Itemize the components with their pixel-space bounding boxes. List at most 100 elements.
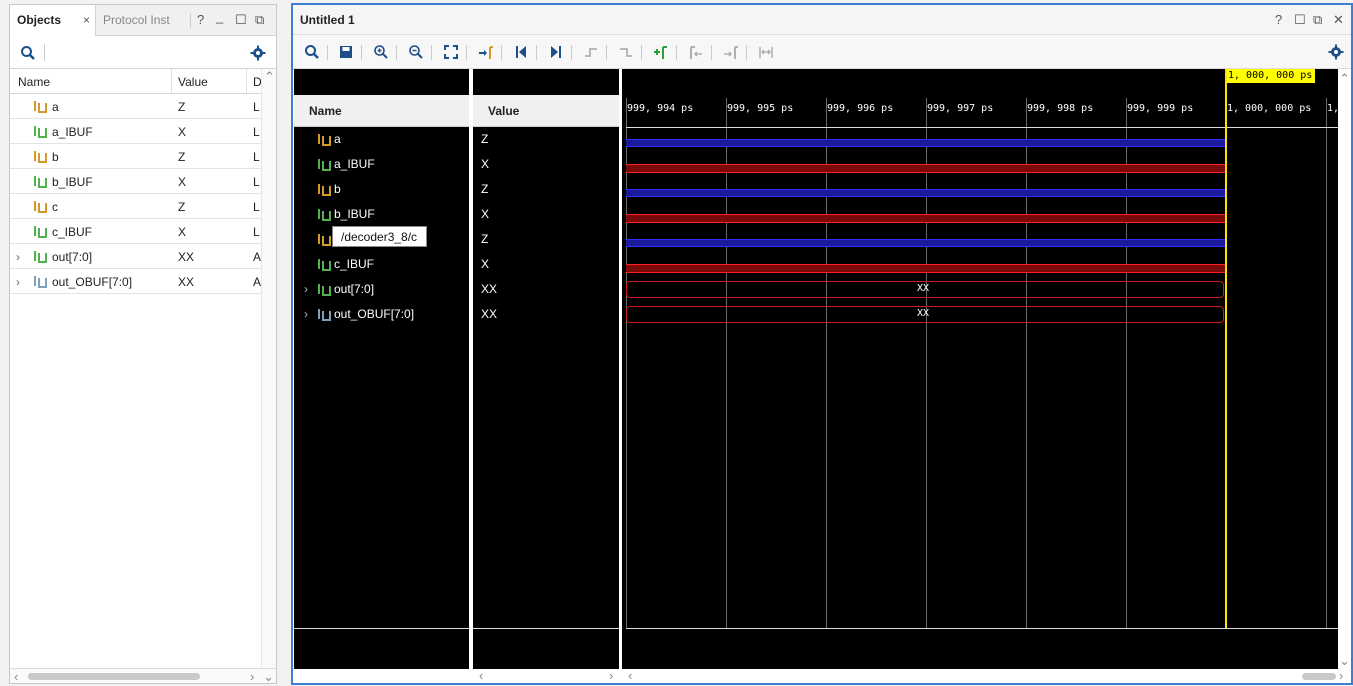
previous-marker-icon[interactable] xyxy=(687,44,705,60)
zoom-fit-icon[interactable] xyxy=(442,44,460,60)
values-horizontal-scrollbar[interactable]: ‹ › xyxy=(473,668,619,683)
table-row[interactable]: c_IBUF X L xyxy=(10,219,262,244)
float-icon[interactable]: ⧉ xyxy=(255,12,264,28)
add-marker-icon[interactable] xyxy=(652,44,670,60)
signal-name: b_IBUF xyxy=(334,207,375,221)
object-value: X xyxy=(178,225,187,239)
time-tick-label: 999, 994 ps xyxy=(627,103,694,114)
table-row[interactable]: b Z L xyxy=(10,144,262,169)
toolbar-divider xyxy=(606,45,607,60)
table-row[interactable]: a_IBUF X L xyxy=(10,119,262,144)
signal-name: out_OBUF[7:0] xyxy=(334,307,415,321)
time-tick-label: 999, 996 ps xyxy=(827,103,894,114)
scroll-right-icon[interactable]: › xyxy=(1339,668,1343,683)
values-column-header[interactable]: Value xyxy=(473,95,619,127)
table-row[interactable]: a Z L xyxy=(10,94,262,119)
internal-signal-icon xyxy=(317,158,331,171)
input-port-icon xyxy=(33,100,47,113)
waveform-trace-x xyxy=(626,264,1225,273)
gear-icon[interactable] xyxy=(1327,44,1345,60)
object-value: X xyxy=(178,175,187,189)
object-name: a xyxy=(52,100,59,114)
maximize-icon[interactable]: ☐ xyxy=(1294,12,1306,28)
pane-divider-line xyxy=(473,628,619,629)
table-row[interactable]: b_IBUF X L xyxy=(10,169,262,194)
scroll-left-icon[interactable]: ‹ xyxy=(14,669,18,684)
names-column-header[interactable]: Name xyxy=(294,95,469,127)
object-d: L xyxy=(253,125,260,139)
table-row[interactable]: › out[7:0] XX A xyxy=(10,244,262,269)
objects-grid-header: Name Value D xyxy=(10,69,276,94)
table-row[interactable]: › out_OBUF[7:0] XX A xyxy=(10,269,262,294)
tab-objects[interactable]: Objects × xyxy=(10,5,96,36)
column-separator xyxy=(246,69,247,93)
help-icon[interactable]: ? xyxy=(1275,12,1282,27)
objects-toolbar xyxy=(10,36,276,69)
toolbar-divider xyxy=(396,45,397,60)
close-icon[interactable]: ✕ xyxy=(1333,12,1344,28)
internal-signal-icon xyxy=(33,225,47,238)
scroll-thumb[interactable] xyxy=(28,673,200,680)
scroll-up-icon[interactable]: ⌃ xyxy=(1339,71,1350,87)
time-grid-line xyxy=(826,98,827,628)
scroll-up-icon[interactable]: ⌃ xyxy=(264,69,275,85)
previous-transition-icon[interactable] xyxy=(582,44,600,60)
object-name: b_IBUF xyxy=(52,175,93,189)
go-to-end-icon[interactable] xyxy=(547,44,565,60)
input-port-icon xyxy=(33,200,47,213)
maximize-icon[interactable]: ☐ xyxy=(235,12,247,28)
tab-protocol-inst[interactable]: Protocol Inst xyxy=(103,13,170,27)
waveform-title: Untitled 1 xyxy=(300,13,355,27)
swap-cursors-icon[interactable] xyxy=(757,44,775,60)
go-to-start-icon[interactable] xyxy=(512,44,530,60)
signal-tooltip: /decoder3_8/c xyxy=(332,226,427,247)
chevron-right-icon[interactable]: › xyxy=(304,307,308,321)
column-value[interactable]: Value xyxy=(178,75,208,89)
goto-cursor-icon[interactable] xyxy=(477,44,495,60)
table-row[interactable]: c Z L xyxy=(10,194,262,219)
scroll-right-icon[interactable]: › xyxy=(250,669,254,684)
bus-signal-icon xyxy=(33,250,47,263)
help-icon[interactable]: ? xyxy=(197,12,204,27)
next-marker-icon[interactable] xyxy=(722,44,740,60)
gear-icon[interactable] xyxy=(250,45,266,61)
scroll-thumb[interactable] xyxy=(1302,673,1336,680)
object-d: L xyxy=(253,100,260,114)
zoom-in-icon[interactable] xyxy=(372,44,390,60)
save-icon[interactable] xyxy=(337,44,355,60)
signal-value: X xyxy=(481,207,490,221)
internal-signal-icon xyxy=(33,175,47,188)
search-icon[interactable] xyxy=(303,44,321,60)
waveform-body: Name a a_IBUF b b_IBUF c /decode xyxy=(293,69,1351,683)
waveform-horizontal-scrollbar[interactable]: ‹ › xyxy=(622,668,1351,683)
signal-value: Z xyxy=(481,232,489,246)
chevron-right-icon[interactable]: › xyxy=(16,250,20,264)
chevron-right-icon[interactable]: › xyxy=(304,282,308,296)
toolbar-divider xyxy=(711,45,712,60)
search-icon[interactable] xyxy=(20,45,36,61)
objects-vertical-scrollbar[interactable]: ⌃ xyxy=(261,69,276,669)
zoom-out-icon[interactable] xyxy=(407,44,425,60)
minimize-icon[interactable]: _ xyxy=(216,9,223,24)
time-cursor[interactable] xyxy=(1225,69,1227,629)
waveform-vertical-scrollbar[interactable]: ⌃ ⌄ xyxy=(1338,69,1351,669)
next-transition-icon[interactable] xyxy=(617,44,635,60)
objects-horizontal-scrollbar[interactable]: ‹ › ⌄ xyxy=(10,668,276,685)
scroll-down-icon[interactable]: ⌄ xyxy=(263,669,274,685)
time-grid-line xyxy=(1326,98,1327,628)
scroll-right-icon[interactable]: › xyxy=(609,668,613,683)
object-value: Z xyxy=(178,200,186,214)
toolbar-divider xyxy=(571,45,572,60)
waveform-canvas[interactable]: 1, 000, 000 ps 999, 994 ps 999, 995 ps 9… xyxy=(622,69,1338,669)
column-name[interactable]: Name xyxy=(18,75,50,89)
scroll-down-icon[interactable]: ⌄ xyxy=(1339,653,1350,669)
time-tick-label: 1, 000, 000 ps xyxy=(1227,103,1312,114)
signal-names-pane: Name a a_IBUF b b_IBUF c /decode xyxy=(294,69,469,669)
objects-panel: Objects × Protocol Inst ? _ ☐ ⧉ Name Val… xyxy=(9,4,277,684)
toolbar-divider xyxy=(676,45,677,60)
close-icon[interactable]: × xyxy=(83,13,90,27)
chevron-right-icon[interactable]: › xyxy=(16,275,20,289)
scroll-left-icon[interactable]: ‹ xyxy=(479,668,483,683)
float-icon[interactable]: ⧉ xyxy=(1313,12,1322,28)
scroll-left-icon[interactable]: ‹ xyxy=(628,668,632,683)
